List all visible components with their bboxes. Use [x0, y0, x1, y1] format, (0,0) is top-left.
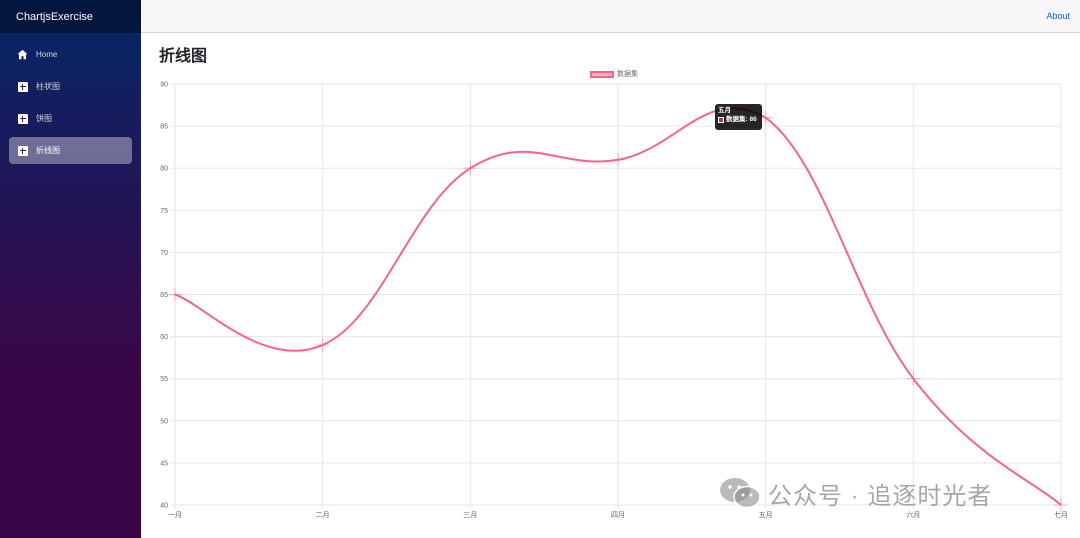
y-tick-label: 75	[160, 208, 168, 215]
y-tick-label: 65	[160, 292, 168, 299]
x-tick-label: 三月	[463, 511, 477, 519]
wechat-icon	[720, 478, 761, 509]
y-tick-label: 90	[160, 82, 168, 89]
y-tick-label: 45	[160, 460, 168, 467]
watermark: 公众号 · 追逐时光者	[718, 475, 992, 511]
x-tick-label: 二月	[316, 511, 330, 519]
x-tick-label: 六月	[906, 510, 920, 519]
legend-label: 数据集	[617, 71, 638, 78]
y-tick-label: 55	[160, 376, 168, 383]
x-tick-label: 一月	[168, 511, 182, 519]
y-tick-label: 85	[160, 124, 168, 131]
line-chart: 4045505560657075808590一月 二月 三月 四月 五月 六月 七月	[160, 82, 1068, 519]
watermark-text: 公众号 · 追逐时光者	[768, 482, 993, 510]
tooltip-row: 数据集: 86	[718, 115, 759, 124]
app-window: ChartjsExercise Home 柱状图 饼图 折线图 About 折线…	[0, 0, 1080, 538]
y-tick-label: 40	[160, 503, 168, 510]
y-tick-label: 80	[160, 166, 168, 173]
x-tick-label: 五月	[759, 511, 773, 519]
chart-legend[interactable]: 数据集	[590, 69, 638, 79]
tooltip-swatch	[718, 116, 724, 123]
y-tick-label: 60	[160, 334, 168, 341]
tooltip-title: 五月	[718, 107, 731, 114]
chart-tooltip: 五月 数据集: 86	[715, 104, 762, 130]
y-tick-label: 50	[160, 418, 168, 425]
legend-swatch	[590, 70, 614, 78]
y-tick-label: 70	[160, 250, 168, 257]
x-tick-label: 四月	[611, 511, 625, 519]
tooltip-label: 数据集: 86	[726, 116, 757, 124]
